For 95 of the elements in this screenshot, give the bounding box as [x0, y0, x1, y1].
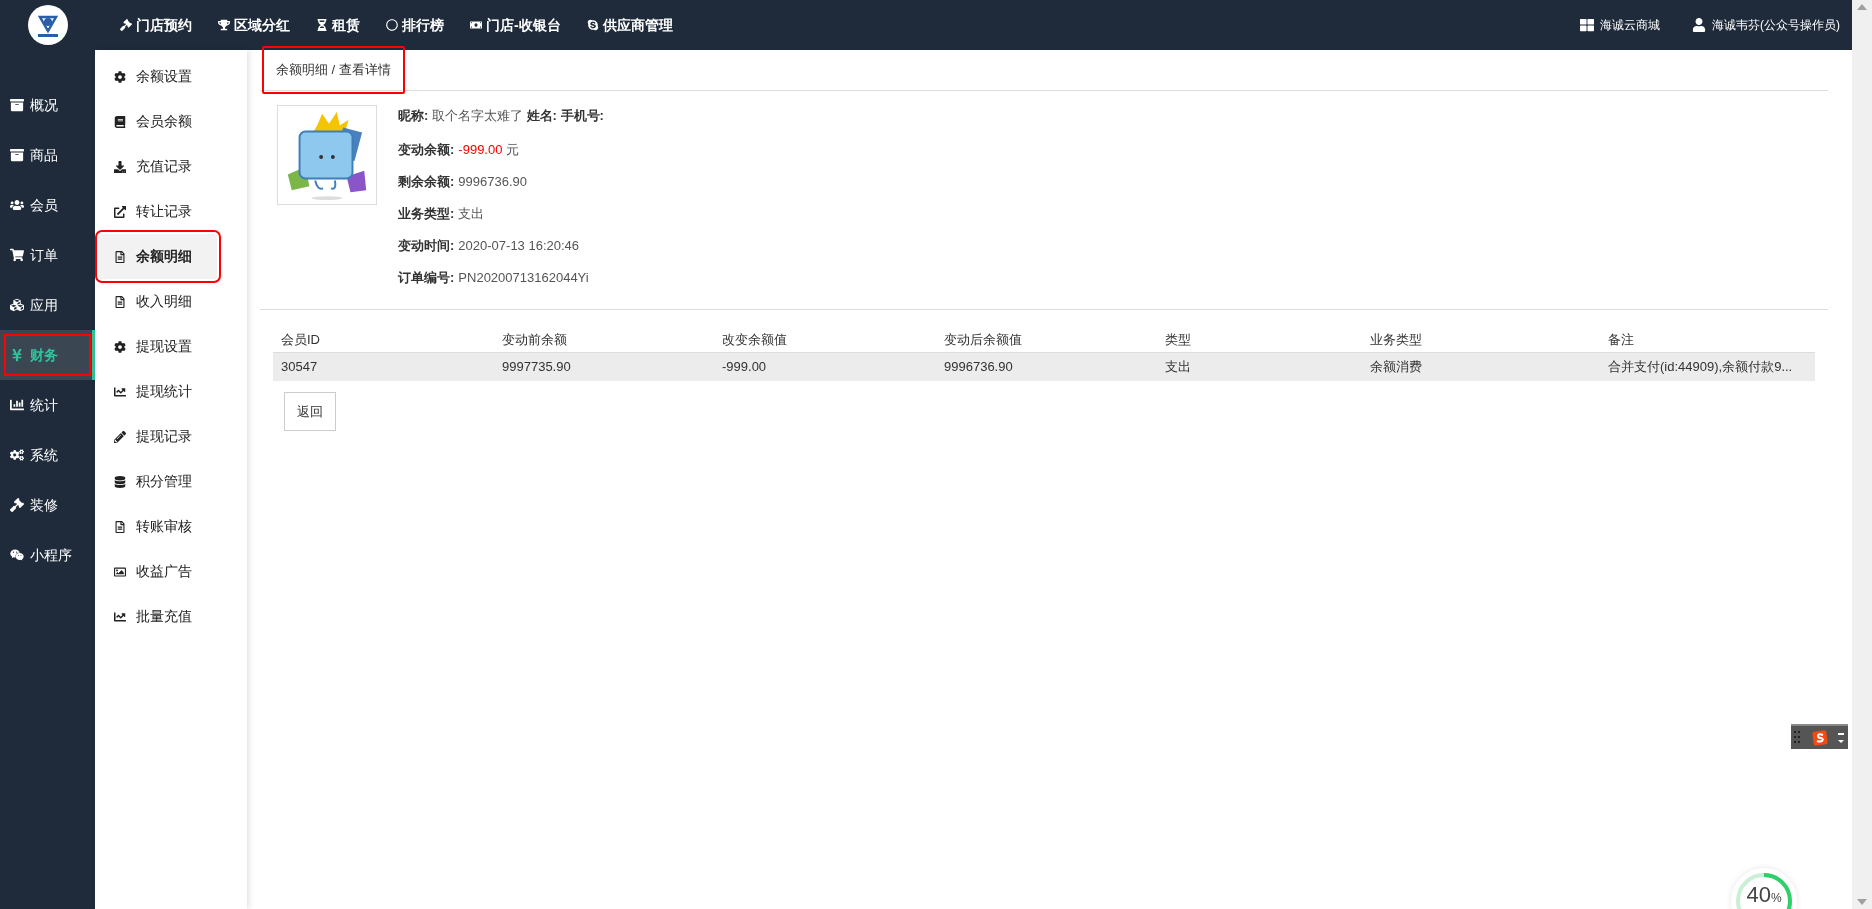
scroll-down-icon: [1857, 899, 1867, 905]
top-nav-link[interactable]: 门店预约: [120, 14, 192, 36]
s-logo-icon: [586, 19, 599, 31]
detail-label: 剩余余额:: [398, 172, 455, 191]
column-header: 类型: [1165, 331, 1191, 347]
detail-value: PN20200713162044Yi: [458, 268, 589, 287]
document-icon: [114, 295, 126, 308]
header-link[interactable]: 海诚云商城: [1580, 16, 1660, 34]
line-chart-icon: [114, 385, 126, 398]
gavel-icon: [120, 19, 132, 31]
download-icon: [114, 160, 126, 173]
sub-menu-item[interactable]: 积分管理: [95, 459, 247, 504]
settings-icon: [114, 70, 126, 83]
back-button[interactable]: 返回: [284, 392, 336, 431]
table-cell: 9996736.90: [944, 359, 1013, 375]
sub-menu-item[interactable]: 会员余额: [95, 99, 247, 144]
hourglass-icon: [316, 19, 328, 31]
cubes-icon: [10, 298, 24, 312]
main-menu-item[interactable]: 概况: [0, 80, 95, 130]
column-header: 会员ID: [281, 331, 320, 347]
main-menu-item[interactable]: 小程序: [0, 530, 95, 580]
top-nav-link[interactable]: 门店-收银台: [470, 14, 561, 36]
gears-icon: [10, 448, 24, 462]
detail-label: 订单编号:: [398, 268, 455, 287]
yen-icon: [10, 348, 24, 362]
table-cell: 9997735.90: [502, 359, 571, 375]
column-header: 改变余额值: [722, 331, 787, 347]
main-menu-item[interactable]: 系统: [0, 430, 95, 480]
usage-percent: 40%: [1746, 880, 1782, 909]
detail-label: 业务类型:: [398, 204, 455, 223]
column-header: 变动后余额值: [944, 331, 1022, 347]
sub-menu-item[interactable]: 转让记录: [95, 189, 247, 234]
user-icon: [1692, 18, 1706, 32]
sub-menu-item[interactable]: 批量充值: [95, 594, 247, 639]
gavel-icon: [10, 498, 24, 512]
image-icon: [114, 565, 126, 578]
detail-value: 2020-07-13 16:20:46: [458, 236, 580, 255]
main-menu-item[interactable]: 订单: [0, 230, 95, 280]
top-nav-link[interactable]: 区域分红: [218, 14, 290, 36]
currency-unit: 元: [506, 140, 520, 159]
main-menu-item[interactable]: 应用: [0, 280, 95, 330]
archive-icon: [10, 98, 24, 112]
sub-menu-item[interactable]: 转账审核: [95, 504, 247, 549]
top-nav-link[interactable]: 供应商管理: [586, 14, 673, 36]
sub-menu-item[interactable]: 提现设置: [95, 324, 247, 369]
pencil-icon: [114, 430, 126, 443]
column-header: 备注: [1608, 331, 1634, 347]
table-cell: -999.00: [722, 359, 767, 375]
settings-icon: [114, 340, 126, 353]
document-icon: [114, 250, 126, 263]
logo-icon: [27, 5, 68, 45]
main-menu-item[interactable]: 统计: [0, 380, 95, 430]
top-nav-link[interactable]: 排行榜: [386, 14, 444, 36]
document-icon: [114, 520, 126, 533]
profile-line: 昵称: 取个名字太难了 姓名: 手机号:: [398, 107, 604, 126]
grip-icon: [1794, 729, 1802, 746]
main-menu-item[interactable]: 会员: [0, 180, 95, 230]
main-menu-item[interactable]: 财务: [0, 330, 95, 380]
breadcrumb: 余额明细 / 查看详情: [262, 46, 405, 94]
header-link[interactable]: 海诚韦芬(公众号操作员): [1692, 16, 1840, 34]
users-icon: [10, 198, 24, 212]
column-header: 业务类型: [1370, 331, 1422, 347]
table-cell: 余额消费: [1370, 359, 1422, 375]
bar-chart-icon: [10, 398, 24, 412]
detail-value: -999.00: [458, 140, 503, 159]
grid-icon: [1580, 18, 1594, 32]
database-icon: [114, 475, 126, 488]
chat-bubbles-icon: [10, 548, 24, 562]
main-menu-item[interactable]: 装修: [0, 480, 95, 530]
top-nav-link[interactable]: 租赁: [316, 14, 360, 36]
ime-logo-icon: [1811, 729, 1828, 746]
table-cell: 合并支付(id:44909),余额付款9...: [1608, 359, 1793, 375]
sub-menu-item[interactable]: 提现记录: [95, 414, 247, 459]
detail-value: 9996736.90: [458, 172, 528, 191]
sub-menu-item[interactable]: 充值记录: [95, 144, 247, 189]
line-chart-icon: [114, 610, 126, 623]
table-cell: 30547: [281, 359, 318, 375]
scroll-up-icon: [1857, 4, 1867, 10]
cart-icon: [10, 248, 24, 262]
detail-label: 变动余额:: [398, 140, 455, 159]
archive-icon: [10, 148, 24, 162]
trophy-icon: [218, 19, 230, 31]
column-header: 变动前余额: [502, 331, 567, 347]
sub-menu-item[interactable]: 提现统计: [95, 369, 247, 414]
menu-caret-icon: [1837, 730, 1845, 745]
detail-value: 支出: [458, 204, 485, 223]
book-icon: [114, 115, 126, 128]
external-link-icon: [114, 205, 126, 218]
banknote-icon: [470, 19, 482, 31]
main-menu-item[interactable]: 商品: [0, 130, 95, 180]
detail-label: 变动时间:: [398, 236, 455, 255]
table-cell: 支出: [1165, 359, 1191, 375]
sub-menu-item[interactable]: 收入明细: [95, 279, 247, 324]
sub-menu-item[interactable]: 收益广告: [95, 549, 247, 594]
sub-menu-item[interactable]: 余额设置: [95, 54, 247, 99]
